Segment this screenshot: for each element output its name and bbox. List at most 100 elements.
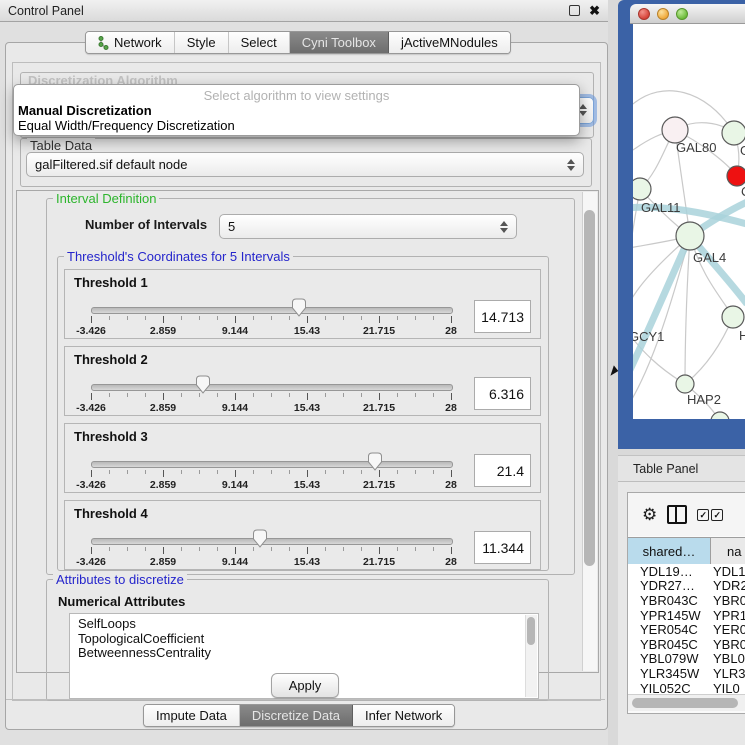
tab-network[interactable]: Network (86, 32, 175, 53)
network-edge[interactable] (685, 236, 690, 384)
tab-cyni-toolbox[interactable]: Cyni Toolbox (290, 32, 389, 53)
table-cell: YPR1 (711, 608, 745, 623)
network-edge-thick[interactable] (633, 236, 690, 398)
attribute-list-item[interactable]: SelfLoops (70, 617, 538, 632)
zoom-traffic-light-icon[interactable] (676, 8, 688, 20)
dropdown-item[interactable]: Equal Width/Frequency Discretization (14, 118, 579, 133)
table-row[interactable]: YBL079WYBL0 (628, 652, 745, 667)
table-row[interactable]: YDR27…YDR2 (628, 579, 745, 594)
table-row[interactable]: YPR145WYPR1 (628, 608, 745, 623)
gear-icon[interactable]: ⚙ (642, 506, 657, 523)
network-node[interactable] (633, 178, 651, 200)
network-node-label: HAP2 (687, 392, 721, 407)
split-columns-icon[interactable] (667, 505, 687, 524)
slider-thumb[interactable] (195, 375, 211, 394)
network-node[interactable] (727, 166, 745, 186)
network-canvas[interactable]: GAL80GACGAL11GAL4GCY1HHAP2 (633, 24, 745, 419)
number-of-intervals-value: 5 (228, 219, 496, 234)
tab-label: Style (187, 35, 216, 50)
network-node-label: GAL4 (693, 250, 726, 265)
settings-scrollpane: Interval Definition Number of Intervals … (16, 190, 599, 673)
network-node[interactable] (722, 121, 745, 145)
threshold-value-field[interactable]: 21.4 (474, 454, 531, 487)
slider-track[interactable] (91, 538, 453, 545)
table-row[interactable]: YBR043CYBR0 (628, 593, 745, 608)
threshold-value-field[interactable]: 14.713 (474, 300, 531, 333)
tab-discretize-data[interactable]: Discretize Data (240, 705, 353, 726)
number-of-intervals-combo[interactable]: 5 (219, 214, 517, 239)
vertical-scrollbar[interactable] (582, 192, 597, 671)
table-row[interactable]: YBR045CYBR0 (628, 637, 745, 652)
checkbox-icon[interactable]: ✓ (697, 509, 709, 521)
tab-style[interactable]: Style (175, 32, 229, 53)
chevron-down-icon (500, 228, 508, 233)
chevron-down-icon (567, 166, 575, 171)
table-cell: YBR0 (711, 637, 745, 652)
slider-tick-labels: -3.4262.8599.14415.4321.71528 (91, 325, 451, 337)
float-window-icon[interactable] (569, 5, 580, 16)
network-node[interactable] (676, 222, 704, 250)
attribute-list-item[interactable]: TopologicalCoefficient (70, 632, 538, 647)
threshold-value-field[interactable]: 11.344 (474, 531, 531, 564)
threshold-row: Threshold 1-3.4262.8599.14415.4321.71528… (64, 269, 541, 339)
threshold-row: Threshold 2-3.4262.8599.14415.4321.71528… (64, 346, 541, 416)
network-icon (98, 36, 109, 50)
table-row[interactable]: YLR345WYLR3 (628, 666, 745, 681)
network-node[interactable] (711, 412, 729, 419)
threshold-value-field[interactable]: 6.316 (474, 377, 531, 410)
close-traffic-light-icon[interactable] (638, 8, 650, 20)
horizontal-scrollbar-thumb[interactable] (632, 698, 738, 708)
list-scrollbar-thumb[interactable] (527, 617, 535, 645)
table-cell: YBR045C (628, 637, 711, 652)
thresholds-group: Threshold's Coordinates for 5 Intervals … (57, 256, 549, 571)
chevron-up-icon (567, 159, 575, 164)
minimize-traffic-light-icon[interactable] (657, 8, 669, 20)
slider-thumb[interactable] (291, 298, 307, 317)
table-cell: YER0 (711, 622, 745, 637)
dropdown-item[interactable]: Manual Discretization (14, 103, 579, 118)
screen: Control Panel ✖ Network Style SelectCyni T… (0, 0, 745, 745)
slider-track[interactable] (91, 307, 453, 314)
tab-impute-data[interactable]: Impute Data (144, 705, 240, 726)
tab-infer-network[interactable]: Infer Network (353, 705, 454, 726)
table-row[interactable]: YDL19…YDL1 (628, 564, 745, 579)
tab-select[interactable]: Select (229, 32, 290, 53)
table-cell: YDL19… (628, 564, 711, 579)
table-cell: YLR345W (628, 666, 711, 681)
apply-button[interactable]: Apply (271, 673, 339, 698)
slider-thumb[interactable] (367, 452, 383, 471)
slider-tick-labels: -3.4262.8599.14415.4321.71528 (91, 479, 451, 491)
table-header-row: shared… na (628, 537, 745, 565)
table-row[interactable]: YIL052CYIL0 (628, 681, 745, 694)
table-cell: YBR0 (711, 593, 745, 608)
table-cell: YIL0 (711, 681, 745, 694)
chevron-up-icon (579, 104, 587, 109)
network-node-label: GAL80 (676, 140, 716, 155)
network-node-label: GA (740, 143, 745, 158)
network-node-label: GAL11 (641, 200, 681, 215)
tab-label: jActiveMNodules (401, 35, 498, 50)
network-edge[interactable] (685, 317, 733, 384)
checkbox-icon[interactable]: ✓ (711, 509, 723, 521)
table-panel-container: ⚙ ✓ ✓ shared… na YDL19…YDL1YDR27…YDR2YBR… (627, 492, 745, 714)
network-window-titlebar (630, 4, 745, 24)
network-node[interactable] (676, 375, 694, 393)
network-node-label: GCY1 (633, 329, 664, 344)
table-cell: YIL052C (628, 681, 711, 694)
network-node[interactable] (722, 306, 744, 328)
control-panel-title: Control Panel (8, 4, 84, 18)
column-header-name[interactable]: na (711, 538, 745, 564)
horizontal-scrollbar[interactable] (628, 694, 745, 711)
slider-track[interactable] (91, 384, 453, 391)
attribute-list-item[interactable]: BetweennessCentrality (70, 646, 538, 661)
table-row[interactable]: YER054CYER0 (628, 622, 745, 637)
slider-track[interactable] (91, 461, 453, 468)
table-cell: YPR145W (628, 608, 711, 623)
close-icon[interactable]: ✖ (589, 6, 600, 15)
vertical-scrollbar-thumb[interactable] (584, 210, 595, 566)
column-header-shared-name[interactable]: shared… (628, 538, 711, 564)
list-scrollbar[interactable] (525, 615, 537, 697)
slider-thumb[interactable] (252, 529, 268, 548)
tab-jactivemnodules[interactable]: jActiveMNodules (389, 32, 510, 53)
table-data-combo[interactable]: galFiltered.sif default node (26, 152, 584, 177)
